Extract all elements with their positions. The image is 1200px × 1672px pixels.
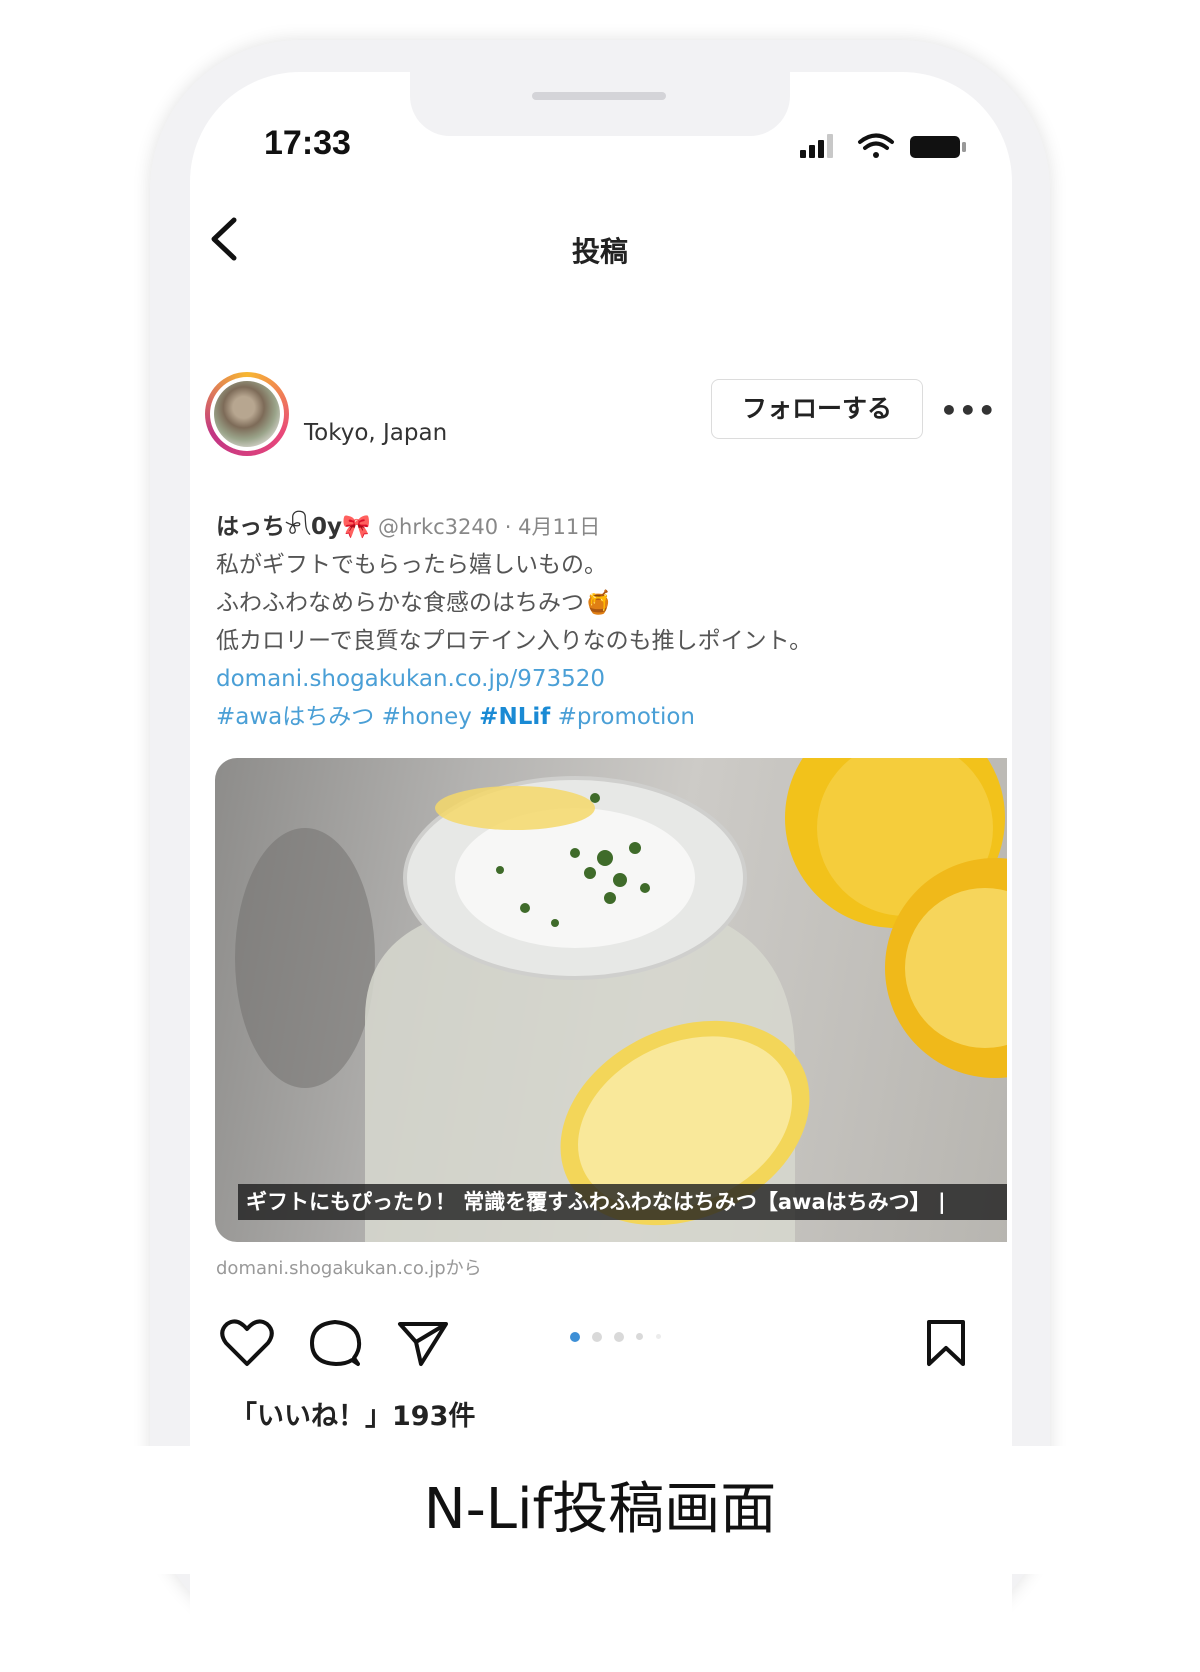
- link-source[interactable]: domani.shogakukan.co.jpから: [216, 1254, 482, 1280]
- carousel-dot: [592, 1332, 602, 1342]
- signal-icon: [800, 134, 833, 158]
- tweet-author: はっち𓍯0y🎀: [216, 514, 371, 540]
- tweet-header: はっち𓍯0y🎀 @hrkc3240 · 4月11日: [216, 508, 1016, 546]
- status-icons: [800, 133, 966, 158]
- tweet-link[interactable]: domani.shogakukan.co.jp/973520: [216, 660, 1016, 698]
- heart-icon[interactable]: [220, 1318, 274, 1368]
- figure-caption: N-Lif投稿画面: [423, 1477, 777, 1542]
- share-icon[interactable]: [396, 1318, 450, 1368]
- page-title: 投稿: [571, 235, 628, 268]
- carousel-dot-active: [570, 1332, 580, 1342]
- carousel-dot: [656, 1334, 661, 1339]
- carousel-dot: [614, 1332, 624, 1342]
- battery-icon: [910, 136, 966, 158]
- tweet-text-line: ふわふわなめらかな食感のはちみつ🍯: [216, 590, 613, 616]
- lemonade-photo: [235, 758, 1007, 1242]
- hashtag[interactable]: #promotion: [558, 704, 695, 730]
- tweet-text-line: 低カロリーで良質なプロテイン入りなのも推しポイント。: [216, 628, 813, 654]
- media-caption: ギフトにもぴったり！ 常識を覆すふわふわなはちみつ【awaはちみつ】 |: [238, 1184, 1007, 1220]
- bookmark-icon[interactable]: [924, 1318, 968, 1368]
- more-options-icon[interactable]: •••: [940, 394, 997, 427]
- comment-icon[interactable]: [308, 1318, 362, 1368]
- speaker-grille: [532, 92, 666, 100]
- carousel-dot: [636, 1333, 643, 1340]
- tweet-text-line: 私がギフトでもらったら嬉しいもの。: [216, 552, 607, 578]
- wifi-icon: [858, 133, 894, 158]
- avatar[interactable]: [205, 372, 289, 456]
- tweet-handle-date: @hrkc3240 · 4月11日: [378, 515, 601, 539]
- hashtag[interactable]: #awaはちみつ: [216, 704, 374, 730]
- phone-notch: [410, 72, 790, 136]
- tweet-hashtags: #awaはちみつ #honey #NLif #promotion: [216, 698, 1016, 736]
- embedded-tweet: はっち𓍯0y🎀 @hrkc3240 · 4月11日 私がギフトでもらったら嬉しい…: [216, 508, 1016, 736]
- post-location[interactable]: Tokyo, Japan: [304, 420, 447, 446]
- hashtag[interactable]: #NLif: [479, 704, 550, 730]
- post-image[interactable]: [215, 758, 1007, 1242]
- follow-button[interactable]: フォローする: [711, 379, 923, 439]
- status-time: 17:33: [264, 124, 351, 162]
- hashtag[interactable]: #honey: [382, 704, 472, 730]
- like-count[interactable]: 「いいね！」193件: [230, 1394, 475, 1433]
